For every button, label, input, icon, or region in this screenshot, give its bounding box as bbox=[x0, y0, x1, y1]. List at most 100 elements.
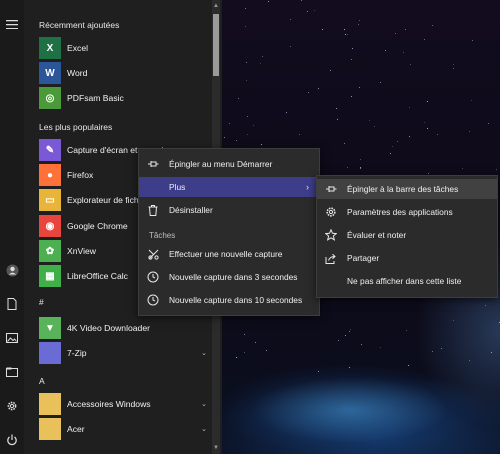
pin-icon bbox=[147, 158, 159, 170]
app-tile-icon: ◉ bbox=[39, 215, 61, 237]
star-decoration bbox=[286, 112, 288, 114]
star-decoration bbox=[360, 168, 362, 170]
submenu-item-rate[interactable]: Évaluer et noter bbox=[317, 225, 497, 245]
star-decoration bbox=[245, 61, 247, 63]
menu-item-label: Épingler au menu Démarrer bbox=[169, 159, 273, 169]
app-tile-icon: ▭ bbox=[39, 189, 61, 211]
submenu-item-hide[interactable]: Ne pas afficher dans cette liste bbox=[317, 271, 497, 291]
menu-item-label: Désinstaller bbox=[169, 205, 213, 215]
star-decoration bbox=[268, 1, 270, 3]
star-decoration bbox=[408, 106, 410, 108]
submenu-item-app-settings[interactable]: Paramètres des applications bbox=[317, 202, 497, 222]
star-decoration bbox=[246, 115, 248, 117]
hash-app-item[interactable]: 7-Zip ⌄ bbox=[39, 342, 209, 364]
menu-item-pin-start[interactable]: Épingler au menu Démarrer bbox=[139, 154, 319, 174]
star-decoration bbox=[397, 140, 399, 142]
star-decoration bbox=[245, 25, 247, 27]
menu-item-plus[interactable]: Plus › bbox=[139, 177, 319, 197]
star-decoration bbox=[423, 121, 425, 123]
star-decoration bbox=[348, 331, 350, 333]
app-label: LibreOffice Calc bbox=[67, 271, 128, 281]
scroll-down-icon[interactable]: ▼ bbox=[213, 445, 219, 451]
star-decoration bbox=[384, 50, 386, 52]
submenu-item-label: Évaluer et noter bbox=[347, 230, 407, 240]
star-decoration bbox=[344, 143, 346, 145]
app-label: Acer bbox=[67, 424, 85, 434]
app-label: 4K Video Downloader bbox=[67, 323, 150, 333]
star-decoration bbox=[487, 123, 489, 125]
star-decoration bbox=[405, 330, 407, 332]
star-decoration bbox=[491, 352, 493, 354]
a-app-item[interactable]: Accessoires Windows ⌄ bbox=[39, 393, 209, 415]
star-decoration bbox=[317, 88, 319, 90]
hash-app-item[interactable]: ▼ 4K Video Downloader bbox=[39, 317, 209, 339]
a-app-item[interactable]: Acer ⌄ bbox=[39, 418, 209, 440]
star-decoration bbox=[307, 92, 309, 94]
star-decoration bbox=[336, 108, 338, 110]
star-decoration bbox=[357, 24, 359, 26]
section-header-a[interactable]: A bbox=[39, 376, 45, 386]
star-decoration bbox=[496, 169, 497, 171]
app-tile-icon: ▼ bbox=[39, 317, 61, 339]
star-decoration bbox=[484, 304, 486, 306]
submenu-item-share[interactable]: Partager bbox=[317, 248, 497, 268]
timer-10-icon bbox=[147, 294, 159, 306]
recent-app-item[interactable]: W Word bbox=[39, 62, 209, 84]
recent-app-item[interactable]: X Excel bbox=[39, 37, 209, 59]
app-tile-icon: ◎ bbox=[39, 87, 61, 109]
start-rail bbox=[0, 0, 24, 454]
star-decoration bbox=[266, 349, 268, 351]
app-label: Google Chrome bbox=[67, 221, 128, 231]
star-decoration bbox=[337, 339, 339, 341]
menu-item-capture-3s[interactable]: Nouvelle capture dans 3 secondes bbox=[139, 267, 319, 287]
document-icon[interactable] bbox=[5, 297, 19, 311]
menu-item-label: Effectuer une nouvelle capture bbox=[169, 249, 283, 259]
recent-app-item[interactable]: ◎ PDFsam Basic bbox=[39, 87, 209, 109]
star-decoration bbox=[471, 100, 473, 102]
menu-item-label: Nouvelle capture dans 3 secondes bbox=[169, 272, 298, 282]
scrollbar-thumb[interactable] bbox=[213, 14, 219, 76]
section-header-hash[interactable]: # bbox=[39, 297, 44, 307]
app-label: Accessoires Windows bbox=[67, 399, 151, 409]
star-decoration bbox=[255, 341, 257, 343]
star-decoration bbox=[351, 95, 353, 97]
star-decoration bbox=[360, 159, 361, 161]
scroll-up-icon[interactable]: ▲ bbox=[213, 3, 219, 9]
power-icon[interactable] bbox=[5, 433, 19, 447]
user-icon[interactable] bbox=[5, 263, 19, 277]
menu-item-capture-10s[interactable]: Nouvelle capture dans 10 secondes bbox=[139, 290, 319, 310]
app-label: Word bbox=[67, 68, 88, 78]
star-decoration bbox=[244, 351, 246, 353]
star-decoration bbox=[347, 34, 349, 36]
star-decoration bbox=[300, 0, 302, 1]
star-decoration bbox=[350, 328, 351, 330]
star-decoration bbox=[452, 67, 454, 69]
star-decoration bbox=[358, 87, 360, 89]
submenu-item-pin-taskbar[interactable]: Épingler à la barre des tâches bbox=[317, 179, 497, 199]
star-decoration bbox=[424, 39, 426, 41]
star-decoration bbox=[344, 33, 346, 35]
settings-icon[interactable] bbox=[5, 399, 19, 413]
star-decoration bbox=[347, 166, 349, 168]
star-decoration bbox=[359, 19, 361, 21]
star-decoration bbox=[431, 351, 433, 353]
chevron-down-icon: ⌄ bbox=[201, 350, 207, 357]
file-explorer-icon[interactable] bbox=[5, 365, 19, 379]
star-decoration bbox=[391, 146, 393, 147]
menu-item-new-capture[interactable]: Effectuer une nouvelle capture bbox=[139, 244, 319, 264]
submenu-item-label: Partager bbox=[347, 253, 380, 263]
star-decoration bbox=[395, 32, 397, 34]
trash-icon bbox=[147, 204, 159, 216]
star-decoration bbox=[253, 124, 255, 126]
pictures-icon[interactable] bbox=[5, 331, 19, 345]
star-decoration bbox=[243, 333, 245, 335]
menu-item-uninstall[interactable]: Désinstaller bbox=[139, 200, 319, 220]
tasks-header: Tâches bbox=[149, 231, 176, 240]
app-label: Firefox bbox=[67, 170, 94, 180]
star-decoration bbox=[472, 39, 474, 41]
app-tile-icon: ▦ bbox=[39, 265, 61, 287]
share-icon bbox=[325, 252, 337, 264]
hamburger-icon[interactable] bbox=[5, 17, 19, 31]
context-menu: Épingler au menu Démarrer Plus › Désinst… bbox=[138, 148, 320, 316]
app-tile-icon bbox=[39, 418, 61, 440]
